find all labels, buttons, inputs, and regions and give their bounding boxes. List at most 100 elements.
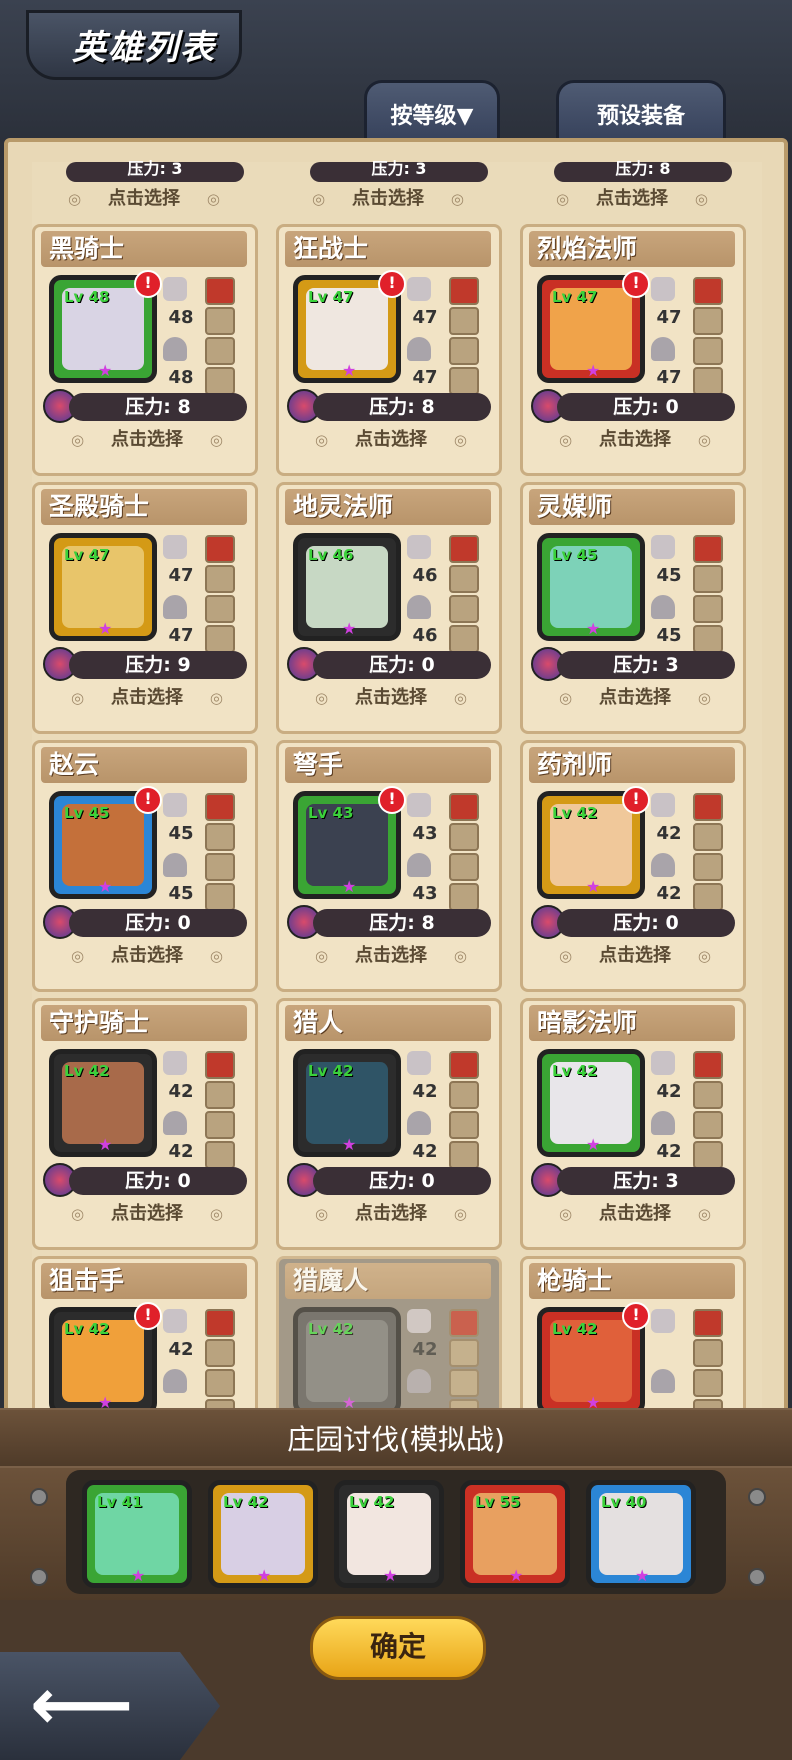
hero-card[interactable]: 猎人 Lv 42 ★ 42 42 压力: 0 点击选择 (276, 998, 502, 1250)
equipment-slot[interactable] (205, 337, 235, 365)
equipment-slot[interactable] (693, 853, 723, 881)
hero-card[interactable]: 黑骑士 Lv 48 ★! 48 48 压力: 8 点击选择 (32, 224, 258, 476)
equipment-slot[interactable] (449, 1081, 479, 1109)
equipment-slot[interactable] (205, 1111, 235, 1139)
equipment-slot[interactable] (693, 793, 723, 821)
hero-portrait[interactable]: Lv 42 ★ (537, 1049, 645, 1157)
equipment-slot[interactable] (449, 367, 479, 395)
hero-portrait[interactable]: Lv 42 ★! (537, 786, 650, 899)
select-button[interactable]: 点击选择 (65, 1201, 229, 1227)
equipment-slot[interactable] (205, 535, 235, 563)
equipment-slot[interactable] (205, 565, 235, 593)
hero-card[interactable]: 狙击手 Lv 42 ★! 42 (32, 1256, 258, 1412)
hero-portrait[interactable]: Lv 42 ★! (537, 1302, 650, 1412)
equipment-slot[interactable] (693, 565, 723, 593)
equipment-slot[interactable] (205, 595, 235, 623)
select-button[interactable]: 点击选择 (65, 427, 229, 453)
hero-card[interactable]: 圣殿骑士 Lv 47 ★ 47 47 压力: 9 点击选择 (32, 482, 258, 734)
equipment-slot[interactable] (693, 1051, 723, 1079)
back-button[interactable]: ⟵ (0, 1652, 220, 1760)
equipment-slot[interactable] (693, 823, 723, 851)
equipment-slot[interactable] (449, 793, 479, 821)
hero-card[interactable]: 地灵法师 Lv 46 ★ 46 46 压力: 0 点击选择 (276, 482, 502, 734)
hero-card[interactable]: 枪骑士 Lv 42 ★! (520, 1256, 746, 1412)
equipment-slot[interactable] (449, 535, 479, 563)
hero-portrait[interactable]: Lv 42 ★ (49, 1049, 157, 1157)
equipment-slot[interactable] (693, 1111, 723, 1139)
select-button[interactable]: 点击选择 (309, 685, 473, 711)
equipment-slot[interactable] (205, 793, 235, 821)
equipment-slot[interactable] (205, 1309, 235, 1337)
equipment-slot[interactable] (449, 883, 479, 911)
select-button[interactable]: 点击选择 (62, 186, 226, 212)
hero-card[interactable]: 药剂师 Lv 42 ★! 42 42 压力: 0 点击选择 (520, 740, 746, 992)
equipment-slot[interactable] (205, 307, 235, 335)
hero-portrait[interactable]: Lv 42 ★ (293, 1307, 401, 1412)
hero-portrait[interactable]: Lv 45 ★ (537, 533, 645, 641)
equipment-slot[interactable] (693, 307, 723, 335)
equipment-slot[interactable] (205, 1051, 235, 1079)
hero-portrait[interactable]: Lv 43 ★! (293, 786, 406, 899)
team-member-slot[interactable]: Lv 55 ★ (460, 1480, 570, 1588)
hero-card[interactable]: 猎魔人 Lv 42 ★ 42 (276, 1256, 502, 1412)
equipment-slot[interactable] (449, 823, 479, 851)
hero-portrait[interactable]: Lv 42 ★ (293, 1049, 401, 1157)
equipment-slot[interactable] (449, 337, 479, 365)
equipment-slot[interactable] (449, 1369, 479, 1397)
select-button[interactable]: 点击选择 (553, 427, 717, 453)
team-member-slot[interactable]: Lv 41 ★ (82, 1480, 192, 1588)
preset-equipment-tab[interactable]: 预设装备 (556, 80, 726, 145)
hero-card[interactable]: 赵云 Lv 45 ★! 45 45 压力: 0 点击选择 (32, 740, 258, 992)
select-button[interactable]: 点击选择 (309, 427, 473, 453)
select-button[interactable]: 点击选择 (553, 1201, 717, 1227)
equipment-slot[interactable] (205, 1339, 235, 1367)
equipment-slot[interactable] (449, 1339, 479, 1367)
equipment-slot[interactable] (693, 1309, 723, 1337)
hero-portrait[interactable]: Lv 47 ★! (537, 270, 650, 383)
equipment-slot[interactable] (449, 1111, 479, 1139)
hero-card[interactable]: 狂战士 Lv 47 ★! 47 47 压力: 8 点击选择 (276, 224, 502, 476)
hero-card[interactable]: 守护骑士 Lv 42 ★ 42 42 压力: 0 点击选择 (32, 998, 258, 1250)
select-button[interactable]: 点击选择 (309, 943, 473, 969)
equipment-slot[interactable] (693, 1369, 723, 1397)
equipment-slot[interactable] (449, 1309, 479, 1337)
equipment-slot[interactable] (205, 277, 235, 305)
select-button[interactable]: 点击选择 (65, 685, 229, 711)
team-member-slot[interactable]: Lv 42 ★ (208, 1480, 318, 1588)
hero-portrait[interactable]: Lv 42 ★! (49, 1302, 162, 1412)
equipment-slot[interactable] (693, 1339, 723, 1367)
select-button[interactable]: 点击选择 (553, 943, 717, 969)
equipment-slot[interactable] (449, 307, 479, 335)
sort-by-level-tab[interactable]: 按等级▼ (364, 80, 500, 145)
hero-portrait[interactable]: Lv 47 ★! (293, 270, 406, 383)
hero-card[interactable]: 暗影法师 Lv 42 ★ 42 42 压力: 3 点击选择 (520, 998, 746, 1250)
hero-card[interactable]: 灵媒师 Lv 45 ★ 45 45 压力: 3 点击选择 (520, 482, 746, 734)
hero-card[interactable]: 烈焰法师 Lv 47 ★! 47 47 压力: 0 点击选择 (520, 224, 746, 476)
select-button[interactable]: 点击选择 (553, 685, 717, 711)
select-button[interactable]: 点击选择 (309, 1201, 473, 1227)
equipment-slot[interactable] (449, 1141, 479, 1169)
hero-portrait[interactable]: Lv 47 ★ (49, 533, 157, 641)
equipment-slot[interactable] (693, 883, 723, 911)
equipment-slot[interactable] (205, 1369, 235, 1397)
team-member-slot[interactable]: Lv 42 ★ (334, 1480, 444, 1588)
equipment-slot[interactable] (449, 565, 479, 593)
equipment-slot[interactable] (205, 1081, 235, 1109)
equipment-slot[interactable] (205, 367, 235, 395)
equipment-slot[interactable] (693, 625, 723, 653)
team-member-slot[interactable]: Lv 40 ★ (586, 1480, 696, 1588)
equipment-slot[interactable] (693, 367, 723, 395)
select-button[interactable]: 点击选择 (550, 186, 714, 212)
equipment-slot[interactable] (449, 595, 479, 623)
equipment-slot[interactable] (449, 853, 479, 881)
equipment-slot[interactable] (449, 625, 479, 653)
hero-card[interactable]: 弩手 Lv 43 ★! 43 43 压力: 8 点击选择 (276, 740, 502, 992)
select-button[interactable]: 点击选择 (306, 186, 470, 212)
equipment-slot[interactable] (205, 883, 235, 911)
hero-portrait[interactable]: Lv 48 ★! (49, 270, 162, 383)
select-button[interactable]: 点击选择 (65, 943, 229, 969)
equipment-slot[interactable] (693, 595, 723, 623)
equipment-slot[interactable] (449, 277, 479, 305)
equipment-slot[interactable] (205, 625, 235, 653)
hero-grid[interactable]: 压力: 3 点击选择 压力: 3 点击选择 压力: 8 点击选择 黑骑士Lv 4… (32, 161, 762, 1412)
